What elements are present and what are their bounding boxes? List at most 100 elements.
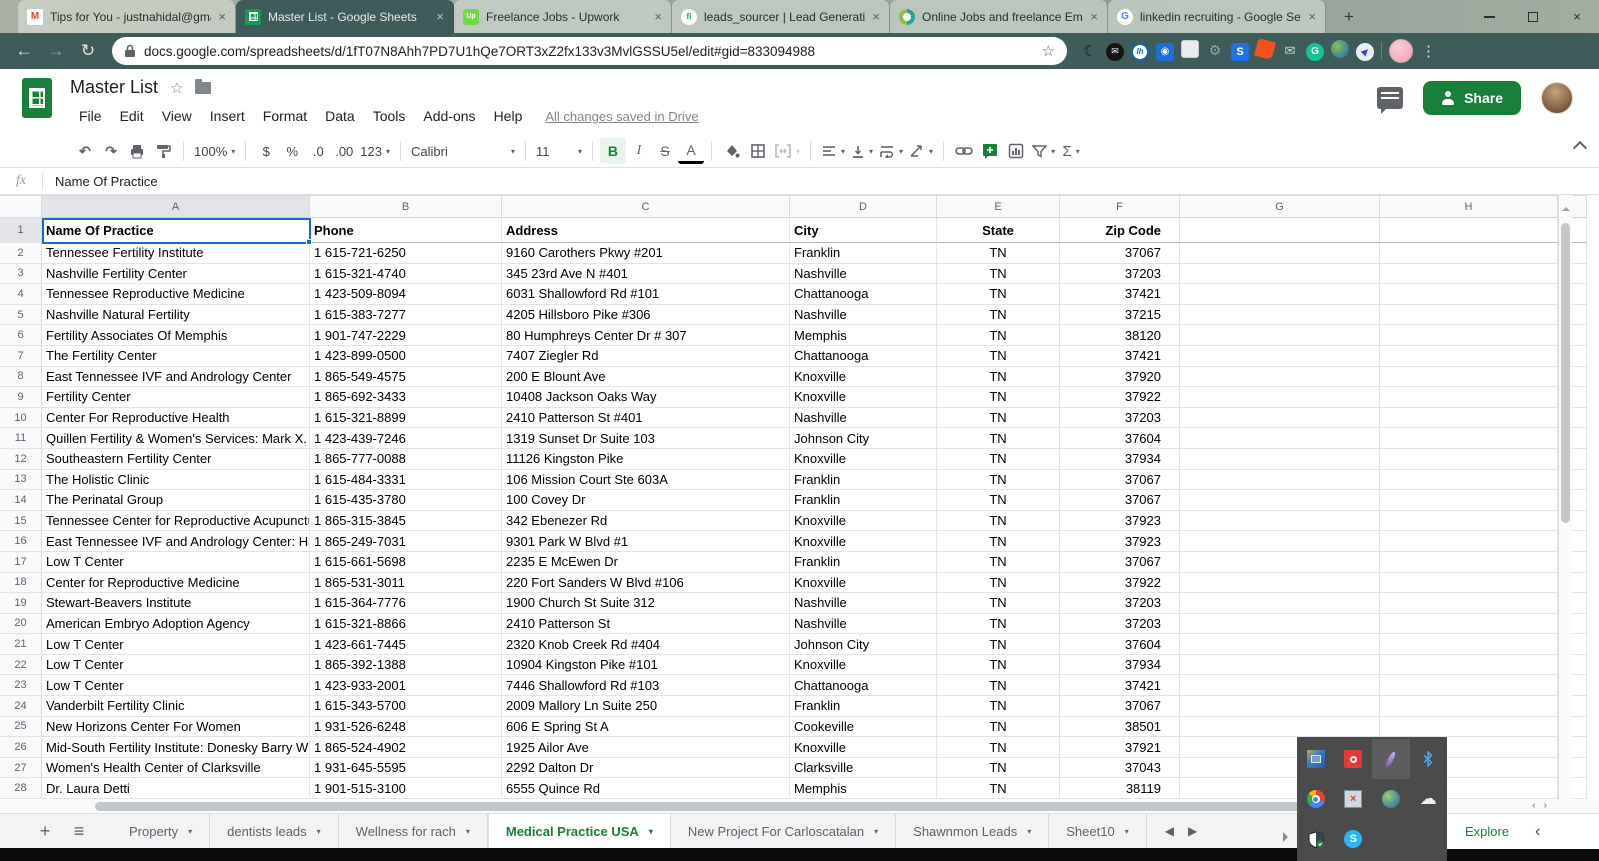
- cell-C16[interactable]: 9301 Park W Blvd #1: [502, 531, 790, 552]
- cell-C21[interactable]: 2320 Knob Creek Rd #404: [502, 634, 790, 655]
- cell-C24[interactable]: 2009 Mallory Ln Suite 250: [502, 696, 790, 717]
- cell-C7[interactable]: 7407 Ziegler Rd: [502, 346, 790, 367]
- cell-E3[interactable]: TN: [937, 264, 1060, 285]
- cell-A15[interactable]: Tennessee Center for Reproductive Acupun…: [42, 511, 310, 532]
- browser-tab[interactable]: Online Jobs and freelance Emp×: [890, 0, 1108, 33]
- cell-D1[interactable]: City: [790, 218, 937, 243]
- cell-F26[interactable]: 37921: [1060, 737, 1180, 758]
- borders-icon[interactable]: [745, 138, 771, 164]
- cell-G15[interactable]: [1180, 511, 1380, 532]
- tab-close-icon[interactable]: ×: [218, 9, 226, 24]
- cell-G2[interactable]: [1180, 243, 1380, 264]
- cell-C20[interactable]: 2410 Patterson St: [502, 614, 790, 635]
- cell-B9[interactable]: 1 865-692-3433: [310, 387, 502, 408]
- cell-F12[interactable]: 37934: [1060, 449, 1180, 470]
- font-size-select[interactable]: 11▾: [533, 138, 585, 164]
- bold-button[interactable]: B: [600, 138, 626, 164]
- s-badge-extension-icon[interactable]: S: [1231, 42, 1249, 61]
- cell-D12[interactable]: Knoxville: [790, 449, 937, 470]
- mail-badge-extension-icon[interactable]: ✉: [1106, 41, 1124, 61]
- cell-G9[interactable]: [1180, 387, 1380, 408]
- decrease-decimal-icon[interactable]: .0: [305, 138, 331, 164]
- gears-extension-icon[interactable]: ⚙: [1206, 42, 1224, 61]
- row-number-7[interactable]: 7: [0, 346, 42, 367]
- horizontal-scroll-thumb[interactable]: [95, 802, 1390, 811]
- linked-helper-extension-icon[interactable]: lh: [1131, 41, 1149, 61]
- cell-C18[interactable]: 220 Fort Sanders W Blvd #106: [502, 573, 790, 594]
- cell-H2[interactable]: [1380, 243, 1558, 264]
- cell-E21[interactable]: TN: [937, 634, 1060, 655]
- cell-H13[interactable]: [1380, 470, 1558, 491]
- format-percent-icon[interactable]: %: [279, 138, 305, 164]
- sheet-tab-new-project-for-carloscatalan[interactable]: New Project For Carloscatalan▾: [671, 814, 896, 848]
- cell-D16[interactable]: Knoxville: [790, 531, 937, 552]
- tab-close-icon[interactable]: ×: [1308, 9, 1316, 24]
- account-avatar[interactable]: [1541, 82, 1573, 114]
- scroll-left-icon[interactable]: ‹: [1532, 800, 1535, 811]
- new-tab-button[interactable]: +: [1336, 4, 1362, 30]
- cell-B5[interactable]: 1 615-383-7277: [310, 305, 502, 326]
- cell-A4[interactable]: Tennessee Reproductive Medicine: [42, 284, 310, 305]
- cell-D11[interactable]: Johnson City: [790, 428, 937, 449]
- cell-F28[interactable]: 38119: [1060, 778, 1180, 799]
- cell-D2[interactable]: Franklin: [790, 243, 937, 264]
- cell-C19[interactable]: 1900 Church St Suite 312: [502, 593, 790, 614]
- cell-E5[interactable]: TN: [937, 305, 1060, 326]
- cell-D3[interactable]: Nashville: [790, 264, 937, 285]
- row-number-16[interactable]: 16: [0, 531, 42, 552]
- cell-F14[interactable]: 37067: [1060, 490, 1180, 511]
- cell-C22[interactable]: 10904 Kingston Pike #101: [502, 655, 790, 676]
- functions-icon[interactable]: Σ▾: [1058, 138, 1084, 164]
- explore-button[interactable]: Explore: [1465, 824, 1509, 839]
- menu-format[interactable]: Format: [256, 105, 314, 127]
- cell-E6[interactable]: TN: [937, 325, 1060, 346]
- cell-H16[interactable]: [1380, 531, 1558, 552]
- cell-F4[interactable]: 37421: [1060, 284, 1180, 305]
- cell-F8[interactable]: 37920: [1060, 367, 1180, 388]
- cell-F9[interactable]: 37922: [1060, 387, 1180, 408]
- insert-chart-icon[interactable]: [1003, 138, 1029, 164]
- cell-F27[interactable]: 37043: [1060, 758, 1180, 779]
- select-all-corner[interactable]: [0, 195, 42, 218]
- cell-A2[interactable]: Tennessee Fertility Institute: [42, 243, 310, 264]
- cell-B14[interactable]: 1 615-435-3780: [310, 490, 502, 511]
- sheet-tab-wellness-for-rach[interactable]: Wellness for rach▾: [339, 814, 488, 848]
- cell-H25[interactable]: [1380, 717, 1558, 738]
- cell-E20[interactable]: TN: [937, 614, 1060, 635]
- cell-F23[interactable]: 37421: [1060, 675, 1180, 696]
- save-status-link[interactable]: All changes saved in Drive: [545, 109, 698, 124]
- cell-G17[interactable]: [1180, 552, 1380, 573]
- cell-H18[interactable]: [1380, 573, 1558, 594]
- sheet-tab-medical-practice-usa[interactable]: Medical Practice USA▾: [488, 814, 671, 848]
- zoom-select[interactable]: 100%▾: [191, 138, 238, 164]
- cell-H21[interactable]: [1380, 634, 1558, 655]
- cell-B25[interactable]: 1 931-526-6248: [310, 717, 502, 738]
- cell-D22[interactable]: Knoxville: [790, 655, 937, 676]
- sheet-tab-menu-icon[interactable]: ▾: [874, 827, 878, 836]
- cell-E25[interactable]: TN: [937, 717, 1060, 738]
- cell-C8[interactable]: 200 E Blount Ave: [502, 367, 790, 388]
- collapse-toolbar-icon[interactable]: [1573, 141, 1587, 155]
- row-number-11[interactable]: 11: [0, 428, 42, 449]
- add-sheet-icon[interactable]: +: [28, 814, 62, 848]
- column-header-H[interactable]: H: [1380, 195, 1558, 218]
- idm-extension-icon[interactable]: [1331, 40, 1349, 63]
- cell-F21[interactable]: 37604: [1060, 634, 1180, 655]
- browser-tab[interactable]: Master List - Google Sheets×: [236, 0, 454, 33]
- cell-B4[interactable]: 1 423-509-8094: [310, 284, 502, 305]
- row-number-6[interactable]: 6: [0, 325, 42, 346]
- menu-insert[interactable]: Insert: [203, 105, 252, 127]
- cell-F18[interactable]: 37922: [1060, 573, 1180, 594]
- row-number-25[interactable]: 25: [0, 717, 42, 738]
- cell-B28[interactable]: 1 901-515-3100: [310, 778, 502, 799]
- cell-D5[interactable]: Nashville: [790, 305, 937, 326]
- cell-C10[interactable]: 2410 Patterson St #401: [502, 408, 790, 429]
- cell-E28[interactable]: TN: [937, 778, 1060, 799]
- cell-A21[interactable]: Low T Center: [42, 634, 310, 655]
- row-number-23[interactable]: 23: [0, 675, 42, 696]
- cell-G21[interactable]: [1180, 634, 1380, 655]
- cell-F17[interactable]: 37067: [1060, 552, 1180, 573]
- cell-A22[interactable]: Low T Center: [42, 655, 310, 676]
- row-number-3[interactable]: 3: [0, 264, 42, 285]
- cell-H10[interactable]: [1380, 408, 1558, 429]
